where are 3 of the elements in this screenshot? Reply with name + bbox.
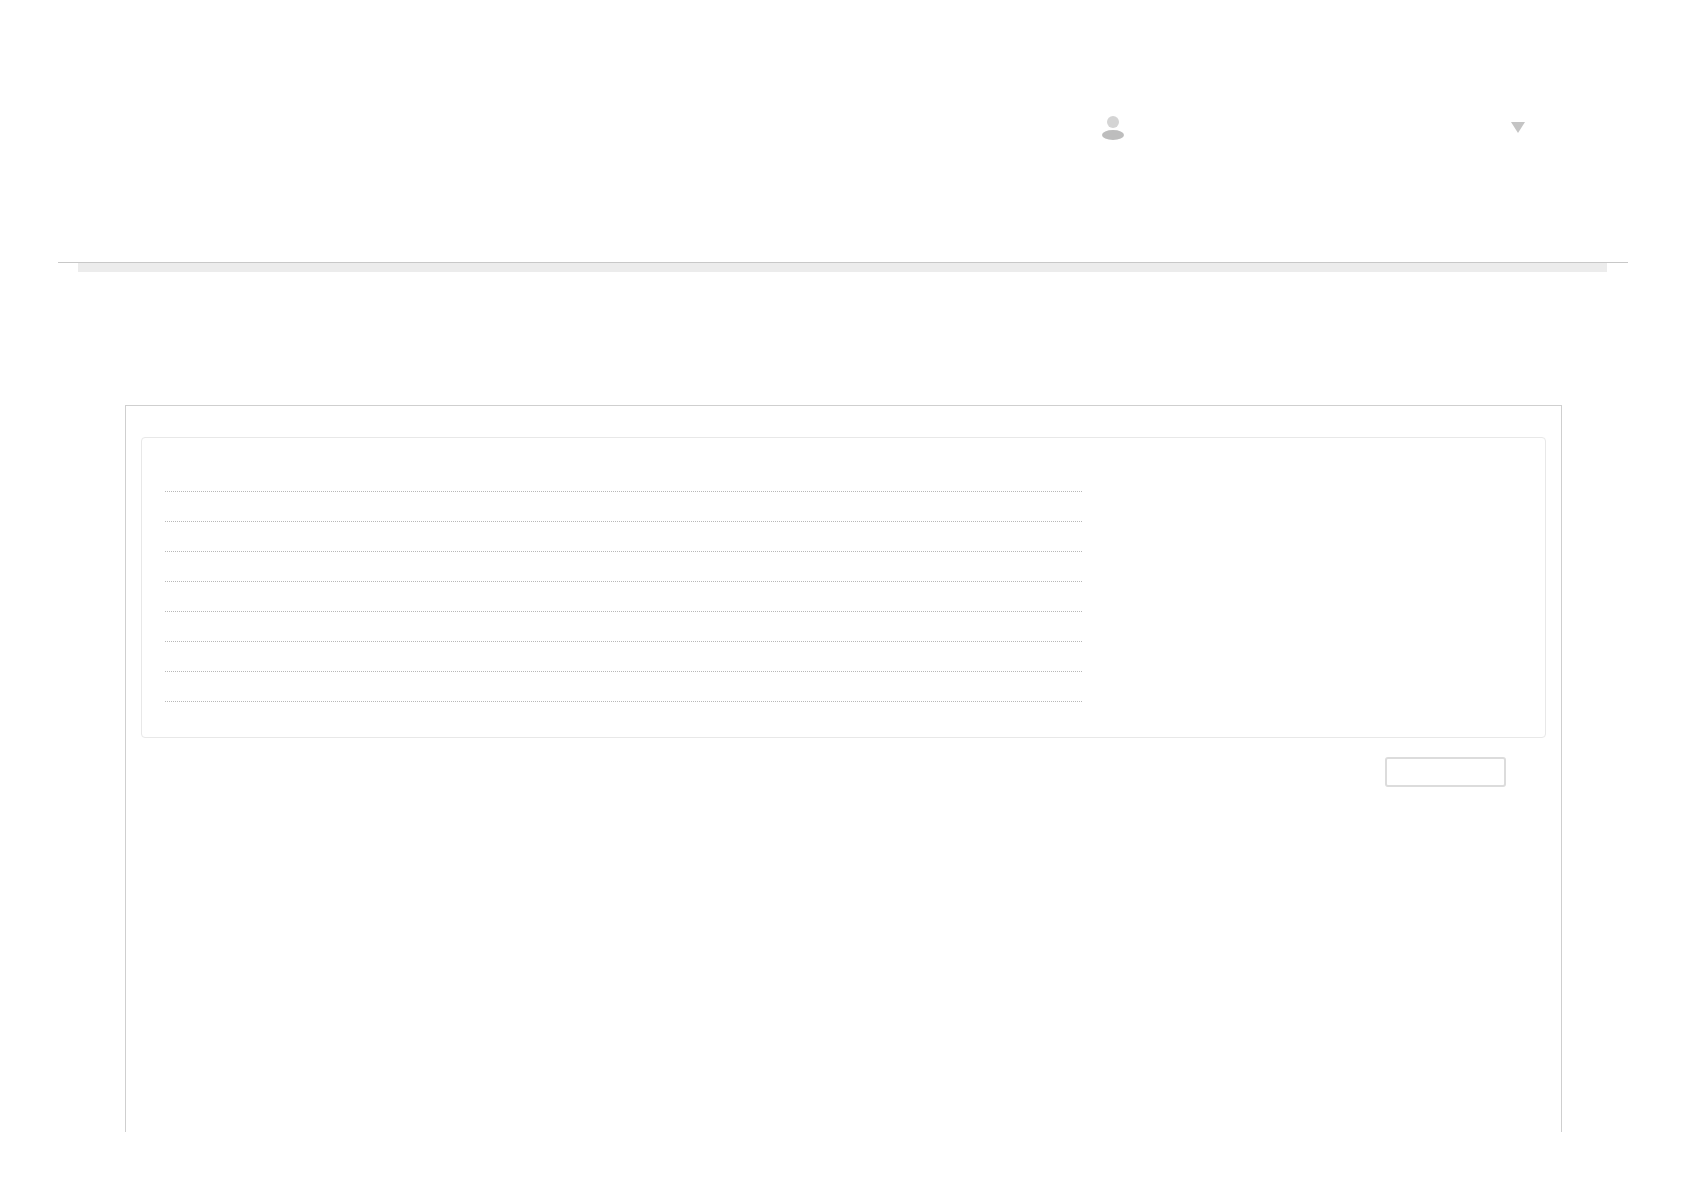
user-icon[interactable] bbox=[1101, 114, 1125, 140]
caret-icon[interactable] bbox=[1511, 121, 1525, 133]
action-button[interactable] bbox=[1385, 757, 1506, 787]
